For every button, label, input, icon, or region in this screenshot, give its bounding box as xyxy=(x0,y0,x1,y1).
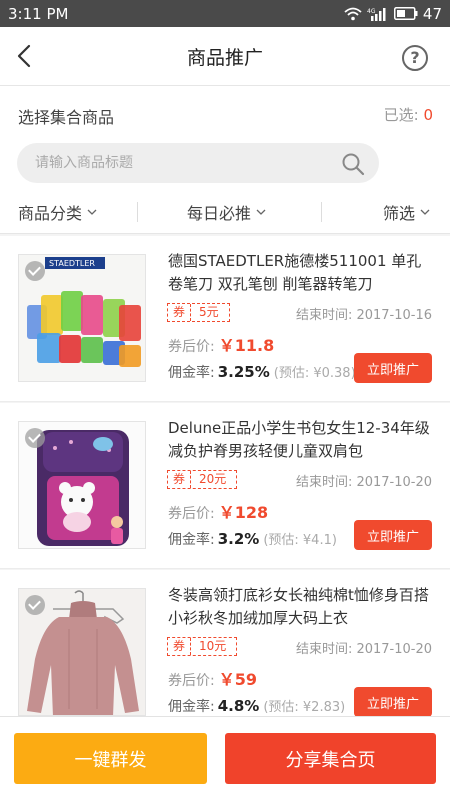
commission-row: 佣金率: 4.8% (预估: ¥2.83) xyxy=(168,696,345,716)
filter-daily[interactable]: 每日必推 xyxy=(187,200,266,224)
chevron-down-icon xyxy=(256,209,266,215)
price-label: 券后价: xyxy=(168,506,215,522)
chevron-down-icon xyxy=(420,209,430,215)
coupon-tag: 券 xyxy=(168,304,192,321)
product-title[interactable]: 德国STAEDTLER施德楼511001 单孔卷笔刀 双孔笔刨 削笔器转笔刀 xyxy=(168,250,436,296)
price-label: 券后价: xyxy=(168,673,215,689)
commission-label: 佣金率: xyxy=(168,532,215,548)
product-image-schoolbag[interactable] xyxy=(18,421,146,549)
select-collection-row: 选择集合商品 已选: 0 xyxy=(0,86,450,138)
product-image-sweater[interactable] xyxy=(18,588,146,716)
coupon-amount: 20元 xyxy=(199,472,227,486)
search-icon[interactable] xyxy=(341,152,365,176)
filter-category[interactable]: 商品分类 xyxy=(18,200,97,224)
price-row: 券后价: ￥128 xyxy=(168,499,268,523)
help-icon[interactable]: ? xyxy=(402,45,428,71)
end-time: 结束时间: 2017-10-16 xyxy=(295,308,432,323)
commission-estimate: (预估: ¥2.83) xyxy=(263,700,346,715)
product-item[interactable]: Delune正品小学生书包女生12-34年级减负护脊男孩轻便儿童双肩包 券 20… xyxy=(0,403,450,569)
bulk-send-button[interactable]: 一键群发 xyxy=(14,733,207,784)
search-section xyxy=(0,138,450,190)
select-check-icon[interactable] xyxy=(25,261,45,281)
status-bar: 3:11 PM 4G 47 xyxy=(0,0,450,27)
price-label: 券后价: xyxy=(168,339,215,355)
product-image-sharpener[interactable]: STAEDTLER xyxy=(18,254,146,382)
battery-level: 47 xyxy=(422,4,442,23)
commission-rate: 4.8% xyxy=(217,697,260,715)
promote-button[interactable]: 立即推广 xyxy=(354,687,432,716)
page-title: 商品推广 xyxy=(186,47,263,69)
commission-row: 佣金率: 3.2% (预估: ¥4.1) xyxy=(168,529,337,549)
filter-category-label: 商品分类 xyxy=(18,204,83,223)
filter-daily-label: 每日必推 xyxy=(187,204,252,223)
commission-label: 佣金率: xyxy=(168,365,215,381)
coupon-badge: 券 5元 xyxy=(167,303,230,322)
commission-rate: 3.2% xyxy=(217,530,260,548)
wifi-icon xyxy=(344,7,362,20)
search-box[interactable] xyxy=(17,143,379,183)
divider xyxy=(137,202,138,222)
commission-row: 佣金率: 3.25% (预估: ¥0.38) xyxy=(168,362,356,382)
coupon-badge: 券 20元 xyxy=(167,470,238,489)
end-time: 结束时间: 2017-10-20 xyxy=(295,475,432,490)
coupon-tag: 券 xyxy=(168,471,192,488)
price-value: ￥128 xyxy=(218,503,269,522)
commission-label: 佣金率: xyxy=(168,699,215,715)
coupon-tag: 券 xyxy=(168,638,192,655)
share-collection-button[interactable]: 分享集合页 xyxy=(225,733,436,784)
product-item[interactable]: STAEDTLER 德国STAEDTLER施德楼511001 单孔卷笔刀 双孔笔… xyxy=(0,236,450,402)
promote-button[interactable]: 立即推广 xyxy=(354,353,432,383)
filter-screen-label: 筛选 xyxy=(383,204,416,223)
price-row: 券后价: ￥59 xyxy=(168,666,257,690)
status-time: 3:11 PM xyxy=(8,4,69,23)
coupon-badge: 券 10元 xyxy=(167,637,238,656)
coupon-amount: 5元 xyxy=(199,305,219,319)
selected-count: 已选: 0 xyxy=(384,104,433,125)
commission-rate: 3.25% xyxy=(217,363,270,381)
filter-bar: 商品分类 每日必推 筛选 xyxy=(0,190,450,234)
price-row: 券后价: ￥11.8 xyxy=(168,332,274,356)
bottom-action-bar: 一键群发 分享集合页 xyxy=(0,716,450,800)
coupon-amount: 10元 xyxy=(199,639,227,653)
svg-text:4G: 4G xyxy=(367,8,376,15)
select-check-icon[interactable] xyxy=(25,428,45,448)
selected-count-value: 0 xyxy=(423,106,433,124)
commission-estimate: (预估: ¥4.1) xyxy=(263,533,337,548)
search-input[interactable] xyxy=(35,143,335,183)
product-title[interactable]: 冬装高领打底衫女长袖纯棉t恤修身百搭小衫秋冬加绒加厚大码上衣 xyxy=(168,584,436,630)
battery-icon xyxy=(393,7,418,20)
price-value: ￥59 xyxy=(218,670,257,689)
signal-icon: 4G xyxy=(367,7,386,21)
promote-button[interactable]: 立即推广 xyxy=(354,520,432,550)
product-list: STAEDTLER 德国STAEDTLER施德楼511001 单孔卷笔刀 双孔笔… xyxy=(0,236,450,716)
selected-count-label: 已选: xyxy=(383,106,419,124)
price-value: ￥11.8 xyxy=(218,336,275,355)
svg-text:STAEDTLER: STAEDTLER xyxy=(49,259,95,268)
product-item[interactable]: 冬装高领打底衫女长袖纯棉t恤修身百搭小衫秋冬加绒加厚大码上衣 券 10元 结束时… xyxy=(0,570,450,716)
product-title[interactable]: Delune正品小学生书包女生12-34年级减负护脊男孩轻便儿童双肩包 xyxy=(168,417,436,463)
status-icons: 4G 47 xyxy=(344,5,442,23)
end-time: 结束时间: 2017-10-20 xyxy=(295,642,432,657)
filter-screen[interactable]: 筛选 xyxy=(383,200,430,224)
select-check-icon[interactable] xyxy=(25,595,45,615)
nav-bar: 商品推广 ? xyxy=(0,27,450,86)
chevron-down-icon xyxy=(87,209,97,215)
divider xyxy=(321,202,322,222)
commission-estimate: (预估: ¥0.38) xyxy=(273,366,356,381)
select-collection-label: 选择集合商品 xyxy=(18,108,115,127)
